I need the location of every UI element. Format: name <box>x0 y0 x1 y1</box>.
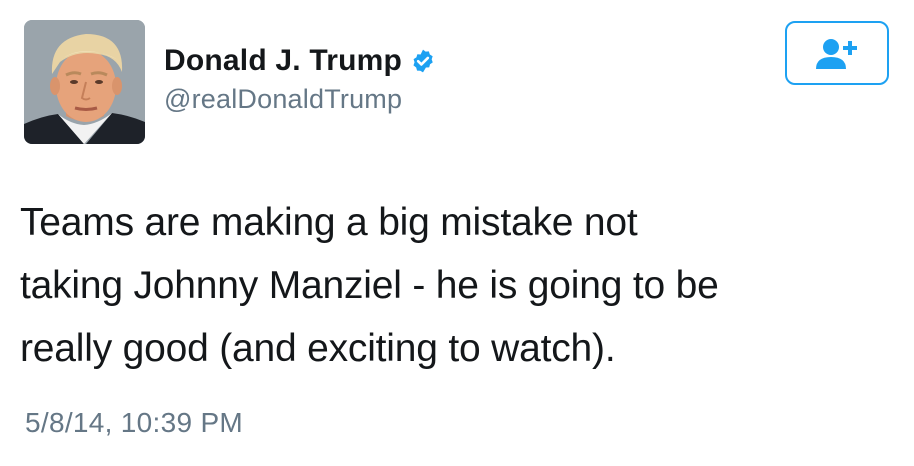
display-name[interactable]: Donald J. Trump <box>164 44 402 78</box>
add-user-icon <box>816 39 857 69</box>
tweet-text-line: really good (and exciting to watch). <box>20 327 616 370</box>
tweet-text-line: taking Johnny Manziel - he is going to b… <box>20 264 719 307</box>
tweet-text: Teams are making a big mistake not takin… <box>20 191 900 380</box>
author-name-row: Donald J. Trump <box>164 41 436 81</box>
profile-photo <box>24 20 145 144</box>
follow-button[interactable] <box>785 21 889 85</box>
avatar[interactable] <box>24 20 145 144</box>
verified-badge-icon <box>410 48 436 74</box>
tweet-text-line: Teams are making a big mistake not <box>20 201 638 244</box>
tweet-timestamp[interactable]: 5/8/14, 10:39 PM <box>25 407 243 439</box>
author-handle[interactable]: @realDonaldTrump <box>164 84 402 115</box>
tweet-card: Donald J. Trump @realDonaldTrump Teams a… <box>0 0 914 466</box>
